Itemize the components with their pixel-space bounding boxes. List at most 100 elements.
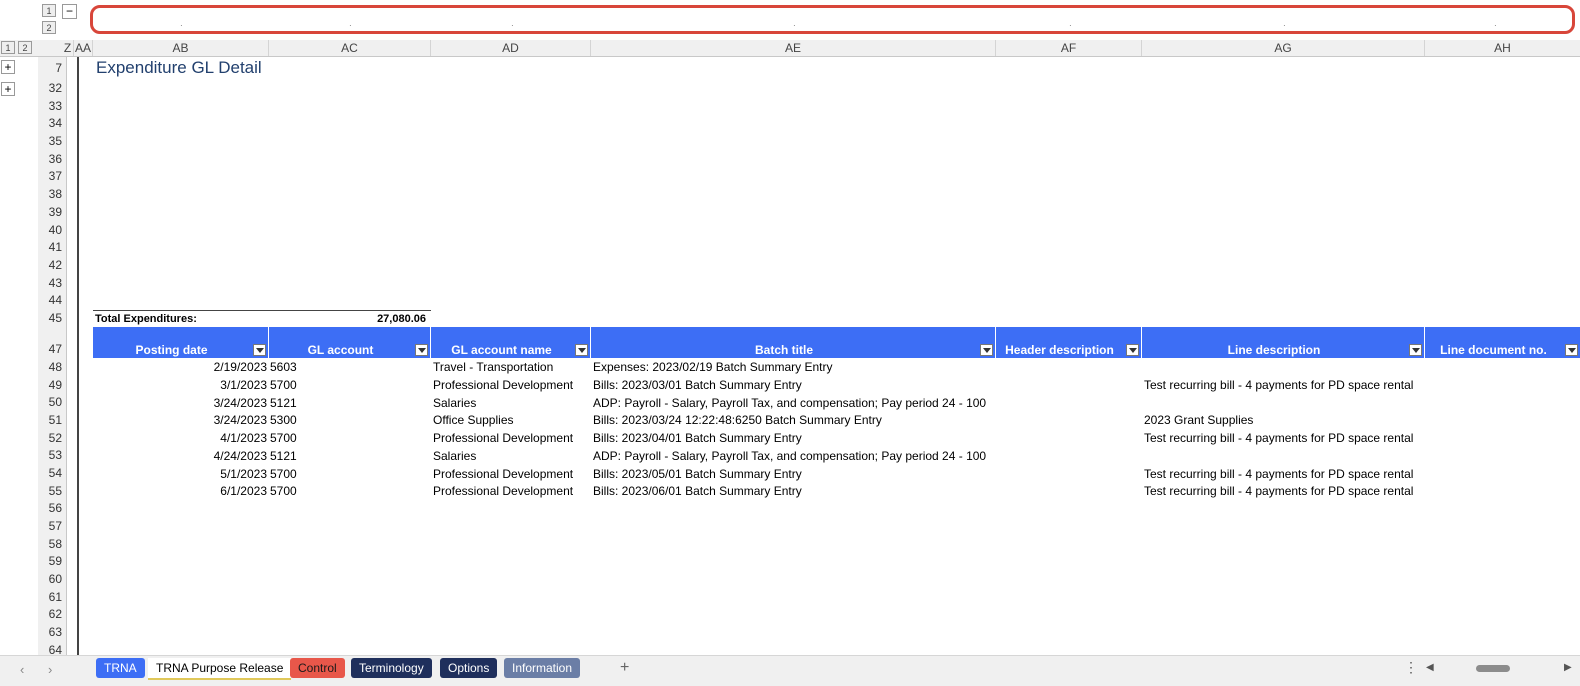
row-header[interactable]: 53 — [38, 447, 62, 465]
row-header[interactable]: 57 — [38, 518, 62, 536]
table-header-line-description[interactable]: Line description — [1142, 327, 1425, 358]
cell-posting-date[interactable]: 3/1/2023 — [93, 377, 267, 394]
row-outline-level-1-button[interactable]: 1 — [1, 41, 15, 54]
row-header[interactable]: 48 — [38, 359, 62, 377]
table-header-gl-account[interactable]: GL account — [269, 327, 431, 358]
cell-line-description[interactable]: Test recurring bill - 4 payments for PD … — [1144, 483, 1413, 500]
row-header[interactable]: 33 — [38, 98, 62, 116]
filter-dropdown-icon[interactable] — [575, 344, 588, 356]
row-header[interactable]: 49 — [38, 377, 62, 395]
column-header-aa[interactable]: AA — [74, 40, 93, 56]
row-header[interactable]: 61 — [38, 589, 62, 607]
table-header-gl-account-name[interactable]: GL account name — [431, 327, 591, 358]
row-header[interactable]: 62 — [38, 606, 62, 624]
cell-posting-date[interactable]: 6/1/2023 — [93, 483, 267, 500]
table-header-line-document-no[interactable]: Line document no. — [1425, 327, 1580, 358]
row-header[interactable]: 41 — [38, 239, 62, 257]
table-header-batch-title[interactable]: Batch title — [591, 327, 996, 358]
filter-dropdown-icon[interactable] — [253, 344, 266, 356]
filter-dropdown-icon[interactable] — [415, 344, 428, 356]
cell-batch-title[interactable]: ADP: Payroll - Salary, Payroll Tax, and … — [593, 395, 986, 412]
sheet-tab-control[interactable]: Control — [290, 658, 345, 678]
add-sheet-icon[interactable]: + — [620, 659, 629, 677]
column-header-ab[interactable]: AB — [93, 40, 269, 56]
column-header-ag[interactable]: AG — [1142, 40, 1425, 56]
cell-line-description[interactable]: Test recurring bill - 4 payments for PD … — [1144, 466, 1413, 483]
cell-line-description[interactable]: 2023 Grant Supplies — [1144, 412, 1253, 429]
cell-gl-account[interactable]: 5700 — [270, 466, 297, 483]
row-header[interactable]: 39 — [38, 204, 62, 222]
row-header[interactable]: 32 — [38, 80, 62, 98]
scrollbar-thumb[interactable] — [1476, 665, 1510, 672]
row-header[interactable]: 47 — [38, 341, 62, 359]
column-header-ac[interactable]: AC — [269, 40, 431, 56]
filter-dropdown-icon[interactable] — [1565, 344, 1578, 356]
row-header[interactable]: 40 — [38, 222, 62, 240]
chevron-left-icon[interactable]: ‹ — [20, 662, 24, 677]
cell-gl-account-name[interactable]: Professional Development — [433, 466, 573, 483]
cell-gl-account[interactable]: 5121 — [270, 448, 297, 465]
outline-level-2-button[interactable]: 2 — [42, 21, 56, 34]
cell-gl-account-name[interactable]: Professional Development — [433, 430, 573, 447]
row-header[interactable]: 36 — [38, 151, 62, 169]
cell-gl-account[interactable]: 5603 — [270, 359, 297, 376]
cell-posting-date[interactable]: 3/24/2023 — [93, 412, 267, 429]
filter-dropdown-icon[interactable] — [1126, 344, 1139, 356]
row-header[interactable]: 56 — [38, 500, 62, 518]
cell-gl-account-name[interactable]: Professional Development — [433, 377, 573, 394]
cell-batch-title[interactable]: Bills: 2023/05/01 Batch Summary Entry — [593, 466, 802, 483]
cell-batch-title[interactable]: Expenses: 2023/02/19 Batch Summary Entry — [593, 359, 832, 376]
cell-batch-title[interactable]: Bills: 2023/03/24 12:22:48:6250 Batch Su… — [593, 412, 882, 429]
row-header[interactable]: 64 — [38, 642, 62, 655]
total-value[interactable]: 27,080.06 — [300, 313, 426, 325]
cell-gl-account[interactable]: 5700 — [270, 430, 297, 447]
horizontal-scrollbar[interactable]: ◀ ▶ — [1426, 662, 1576, 674]
table-header-posting-date[interactable]: Posting date — [93, 327, 269, 358]
sheet-tab-options[interactable]: Options — [440, 658, 498, 678]
cell-batch-title[interactable]: Bills: 2023/03/01 Batch Summary Entry — [593, 377, 802, 394]
row-header[interactable]: 37 — [38, 168, 62, 186]
more-options-icon[interactable]: ⋮ — [1404, 659, 1418, 676]
collapse-group-button[interactable]: − — [62, 4, 77, 19]
column-header-ah[interactable]: AH — [1425, 40, 1580, 56]
row-header[interactable]: 63 — [38, 624, 62, 642]
row-header[interactable]: 42 — [38, 257, 62, 275]
row-header[interactable]: 54 — [38, 465, 62, 483]
row-header[interactable]: 35 — [38, 133, 62, 151]
row-header[interactable]: 43 — [38, 275, 62, 293]
row-header[interactable]: 7 — [38, 60, 62, 78]
cell-posting-date[interactable]: 3/24/2023 — [93, 395, 267, 412]
cell-posting-date[interactable]: 5/1/2023 — [93, 466, 267, 483]
column-header-af[interactable]: AF — [996, 40, 1142, 56]
row-header[interactable]: 51 — [38, 412, 62, 430]
sheet-tab-terminology[interactable]: Terminology — [351, 658, 432, 678]
cell-gl-account-name[interactable]: Salaries — [433, 395, 476, 412]
row-header[interactable]: 60 — [38, 571, 62, 589]
row-header[interactable]: 44 — [38, 292, 62, 310]
cell-gl-account-name[interactable]: Salaries — [433, 448, 476, 465]
column-header-ae[interactable]: AE — [591, 40, 996, 56]
outline-level-1-button[interactable]: 1 — [42, 4, 56, 17]
expand-group-button[interactable]: + — [1, 82, 15, 96]
filter-dropdown-icon[interactable] — [1409, 344, 1422, 356]
cell-batch-title[interactable]: Bills: 2023/06/01 Batch Summary Entry — [593, 483, 802, 500]
column-header-ad[interactable]: AD — [431, 40, 591, 56]
row-outline-level-2-button[interactable]: 2 — [18, 41, 32, 54]
cell-gl-account-name[interactable]: Travel - Transportation — [433, 359, 553, 376]
row-header[interactable]: 55 — [38, 483, 62, 501]
sheet-tab-trna[interactable]: TRNA — [96, 658, 145, 678]
cell-gl-account[interactable]: 5700 — [270, 483, 297, 500]
sheet-title[interactable]: Expenditure GL Detail — [96, 58, 262, 78]
row-header[interactable]: 34 — [38, 115, 62, 133]
cell-posting-date[interactable]: 4/24/2023 — [93, 448, 267, 465]
cell-line-description[interactable]: Test recurring bill - 4 payments for PD … — [1144, 430, 1413, 447]
row-header[interactable]: 59 — [38, 553, 62, 571]
expand-group-button[interactable]: + — [1, 60, 15, 74]
row-header[interactable]: 58 — [38, 536, 62, 554]
row-header[interactable]: 38 — [38, 186, 62, 204]
scroll-left-icon[interactable]: ◀ — [1426, 662, 1434, 673]
cell-posting-date[interactable]: 2/19/2023 — [93, 359, 267, 376]
row-header[interactable]: 52 — [38, 430, 62, 448]
sheet-tab-trna-purpose-release[interactable]: TRNA Purpose Release — [148, 658, 292, 680]
cell-gl-account-name[interactable]: Office Supplies — [433, 412, 514, 429]
